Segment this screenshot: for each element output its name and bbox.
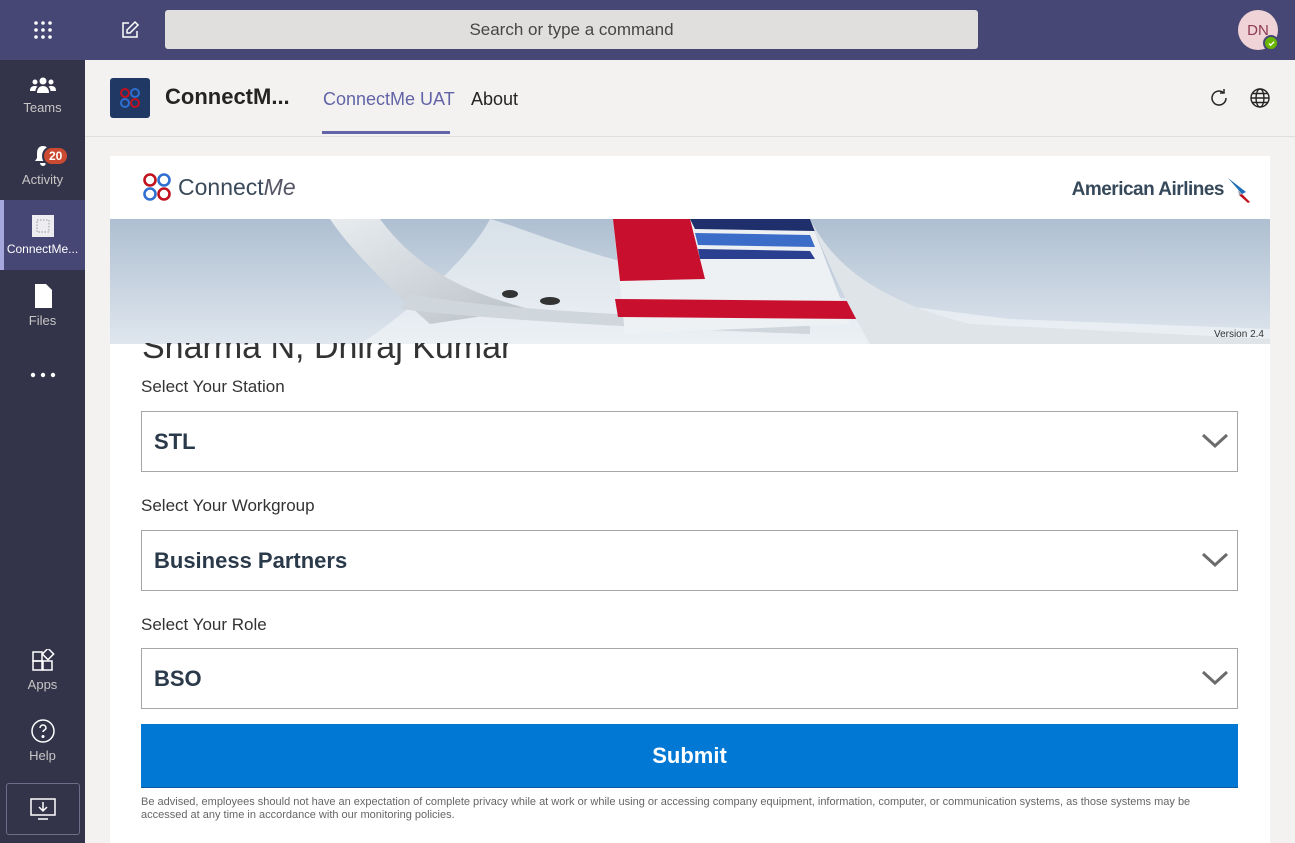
connectme-logo-icon — [143, 173, 171, 201]
connectme-app-logo — [110, 78, 150, 118]
role-label: Select Your Role — [141, 615, 267, 634]
apps-icon — [31, 648, 55, 671]
teams-icon — [29, 77, 56, 93]
rail-item-help[interactable]: Help — [0, 705, 85, 775]
app-rail: Teams 20 Activity ConnectMe... Files App… — [0, 60, 85, 843]
airline-name: American Airlines — [1071, 179, 1225, 200]
rail-item-apps[interactable]: Apps — [0, 635, 85, 705]
rail-item-files[interactable]: Files — [0, 270, 85, 340]
more-icon — [30, 372, 55, 378]
workgroup-label: Select Your Workgroup — [141, 496, 315, 515]
search-input[interactable] — [165, 10, 978, 49]
aircraft-banner-image: Version 2.4 — [110, 219, 1270, 344]
active-tab-indicator — [322, 131, 450, 134]
download-app-button[interactable] — [6, 783, 80, 835]
rail-item-more[interactable] — [0, 340, 85, 410]
rail-label: ConnectMe... — [6, 242, 79, 256]
rail-item-activity[interactable]: 20 Activity — [0, 130, 85, 200]
chevron-down-icon — [1201, 433, 1229, 449]
submit-button[interactable]: Submit — [141, 724, 1238, 788]
app-icon — [31, 215, 54, 237]
app-header: ConnectM... ConnectMe UAT About — [85, 60, 1295, 137]
chevron-down-icon — [1201, 552, 1229, 568]
compose-icon[interactable] — [110, 10, 150, 50]
download-icon — [30, 798, 56, 820]
workgroup-value: Business Partners — [154, 548, 348, 573]
connectme-logo-text: ConnectMe — [178, 173, 296, 200]
role-value: BSO — [154, 666, 202, 691]
tab-about[interactable]: About — [471, 89, 518, 110]
rail-label: Files — [28, 312, 57, 328]
app-launcher-icon[interactable] — [22, 9, 64, 51]
help-icon — [30, 718, 55, 743]
connectme-logo: ConnectMe — [142, 172, 296, 202]
american-airlines-logo: American Airlines — [1072, 176, 1254, 204]
rail-label: Activity — [21, 171, 64, 187]
globe-icon[interactable] — [1248, 86, 1272, 110]
presence-available-icon — [1263, 35, 1279, 51]
avatar[interactable]: DN — [1238, 10, 1279, 51]
file-icon — [34, 283, 52, 308]
station-label: Select Your Station — [141, 377, 285, 396]
rail-label: Teams — [23, 99, 62, 115]
flight-symbol-icon — [1228, 178, 1250, 203]
rail-label: Help — [29, 747, 56, 763]
chevron-down-icon — [1201, 670, 1229, 686]
refresh-icon[interactable] — [1207, 86, 1231, 110]
rail-item-connectme[interactable]: ConnectMe... — [0, 200, 85, 270]
version-label: Version 2.4 — [1213, 329, 1264, 340]
connectme-form-card: ConnectMe American Airlines Version 2.4 … — [110, 156, 1270, 843]
rail-label: Apps — [27, 676, 58, 692]
rail-item-teams[interactable]: Teams — [0, 60, 85, 130]
app-name: ConnectM... — [165, 84, 290, 109]
station-value: STL — [154, 429, 196, 454]
role-select[interactable]: BSO — [141, 648, 1238, 709]
tab-connectme-uat[interactable]: ConnectMe UAT — [323, 89, 455, 110]
top-bar: DN — [0, 0, 1295, 60]
privacy-disclaimer: Be advised, employees should not have an… — [141, 796, 1191, 821]
activity-count-badge: 20 — [42, 146, 70, 166]
workgroup-select[interactable]: Business Partners — [141, 530, 1238, 591]
station-select[interactable]: STL — [141, 411, 1238, 472]
